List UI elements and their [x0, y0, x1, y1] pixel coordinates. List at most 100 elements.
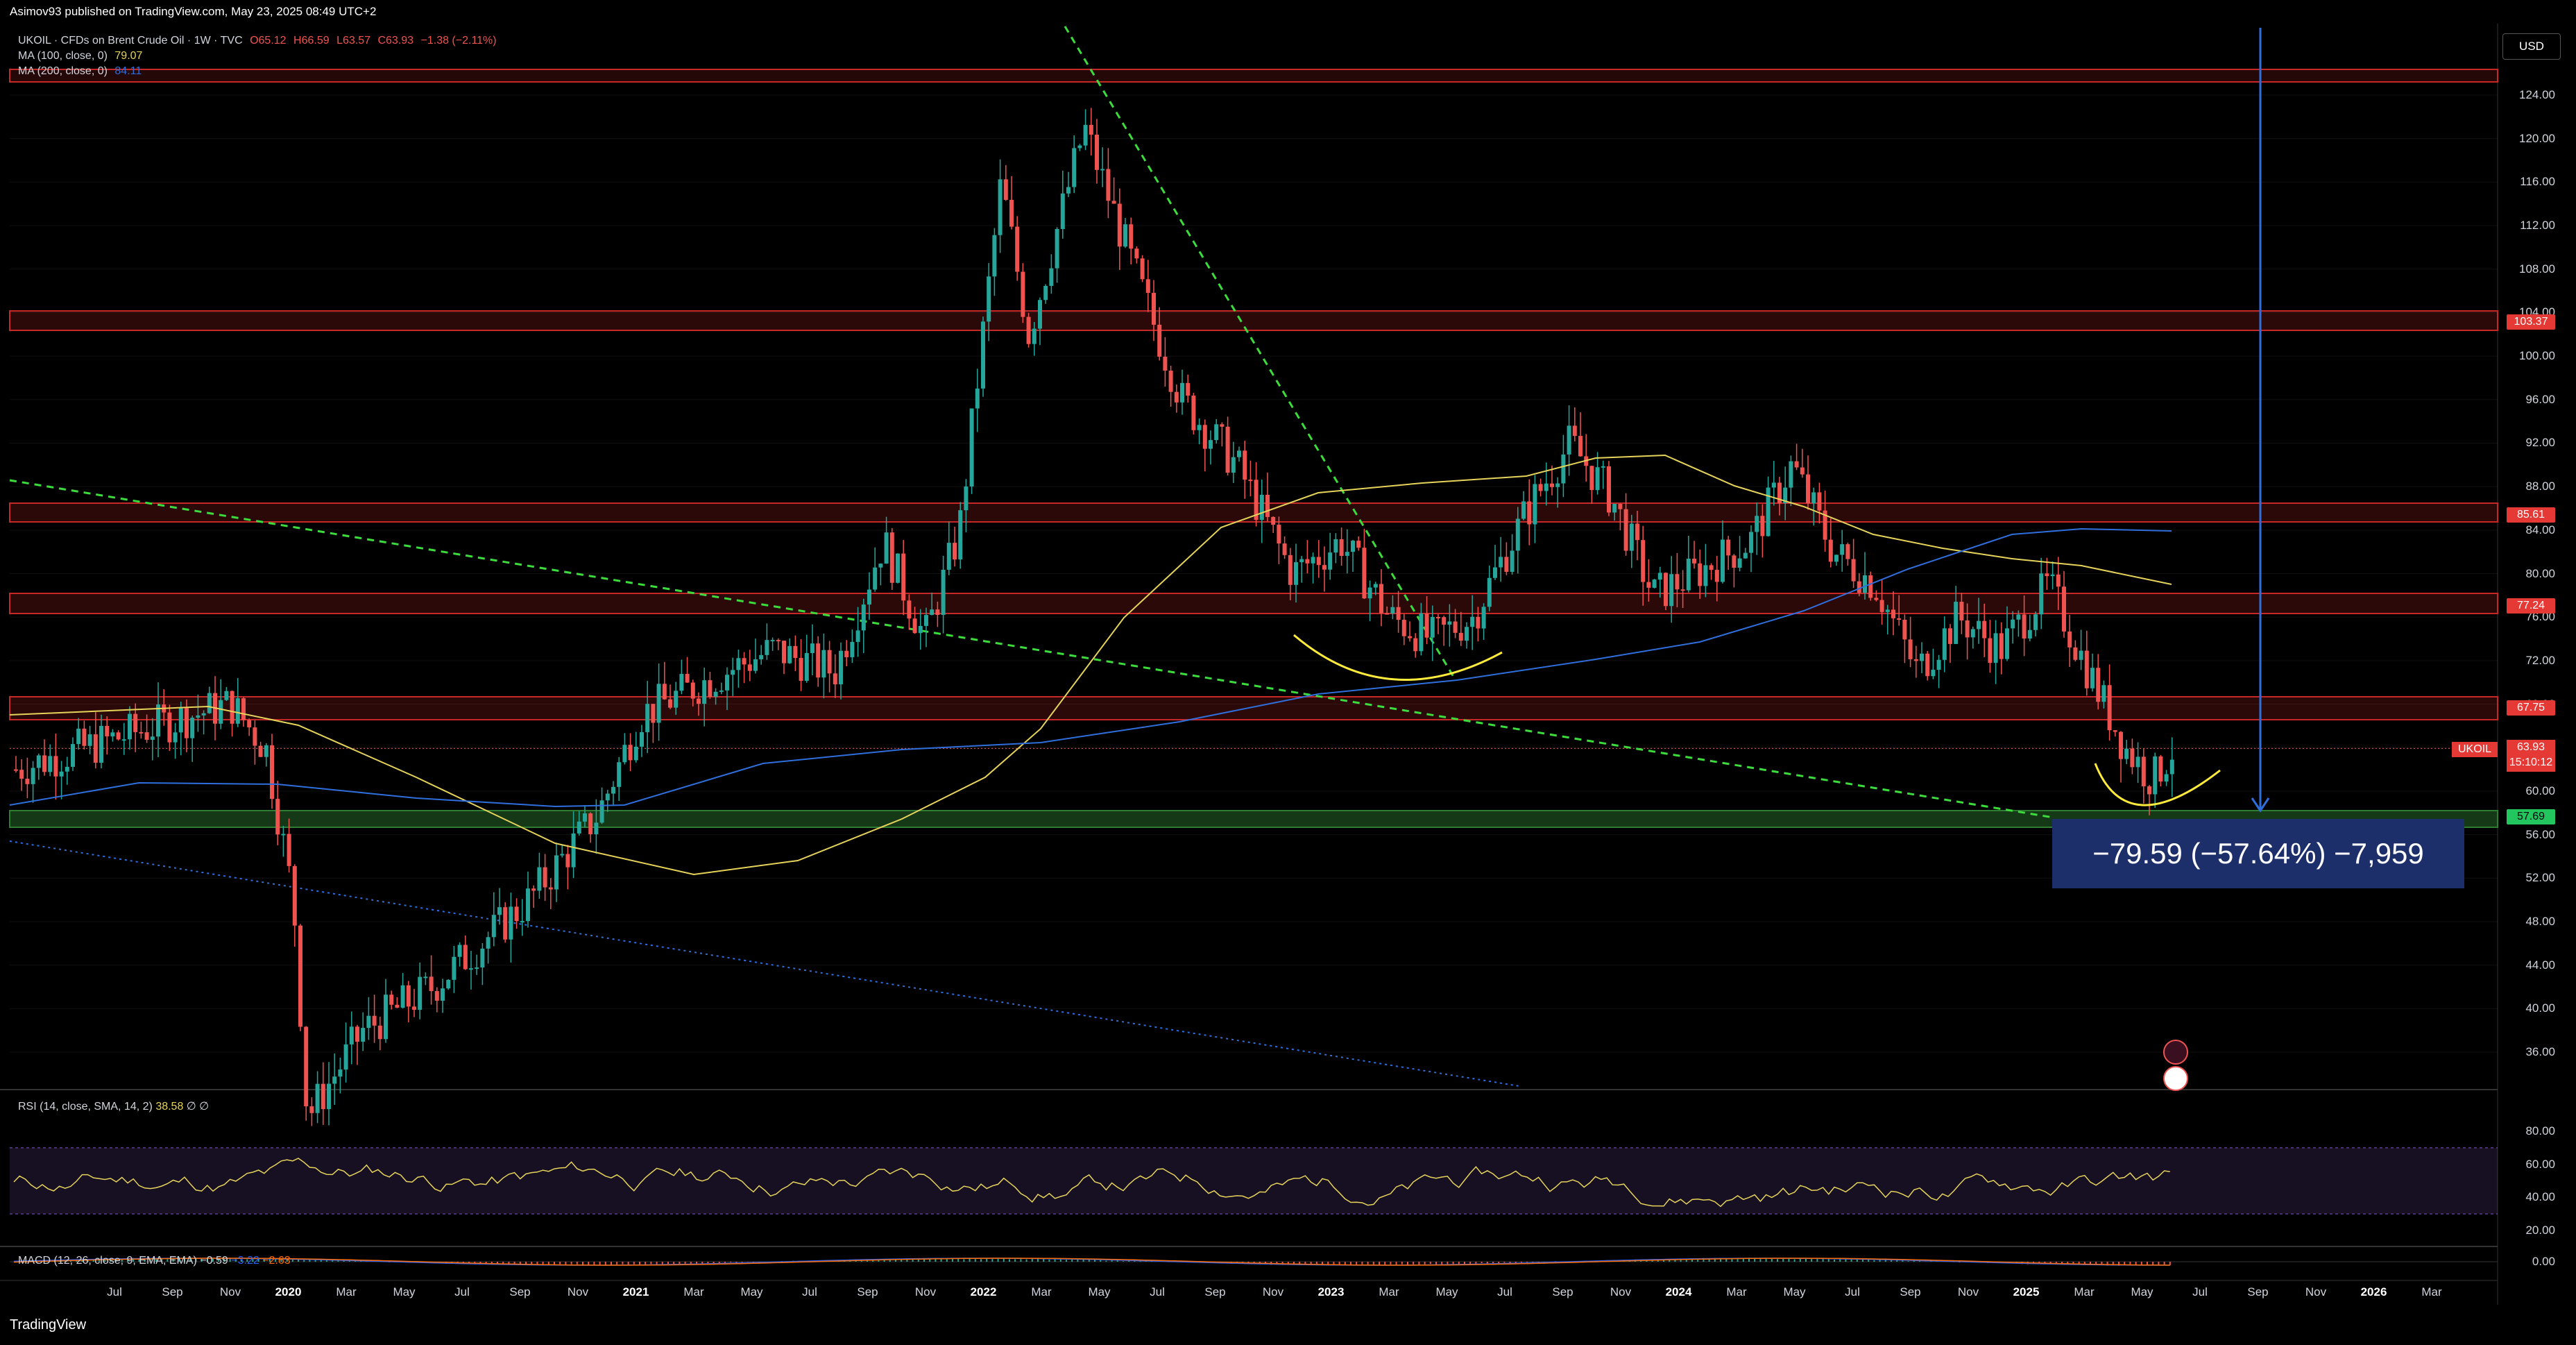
- time-tick: Jul: [107, 1285, 122, 1299]
- time-tick: Sep: [1552, 1285, 1573, 1299]
- candle-body: [2022, 614, 2027, 639]
- candle-body: [1868, 575, 1873, 598]
- candle-body: [889, 532, 894, 583]
- price-tick: 80.00: [2525, 566, 2555, 580]
- candle-body: [1635, 523, 1639, 541]
- candle-body: [2164, 774, 2169, 782]
- candle-body: [526, 888, 530, 922]
- candle-body: [1077, 145, 1082, 149]
- price-chart[interactable]: [0, 0, 2576, 1345]
- candle-body: [594, 822, 599, 835]
- candle-body: [884, 532, 889, 564]
- candle-body: [633, 746, 638, 761]
- candle-body: [617, 762, 622, 787]
- bar-countdown: 15:10:12: [2509, 756, 2553, 768]
- candle-body: [1413, 638, 1418, 652]
- candle-body: [1430, 616, 1435, 638]
- candle-body: [605, 793, 610, 801]
- candle-body: [480, 948, 485, 968]
- candle-body: [1948, 628, 1952, 644]
- candle-body: [2101, 685, 2106, 702]
- symbol-price-tag: UKOIL: [2452, 742, 2498, 757]
- currency-button[interactable]: USD: [2502, 33, 2561, 60]
- candle-body: [150, 736, 155, 740]
- candle-body: [1043, 285, 1048, 301]
- time-tick: Jul: [1497, 1285, 1512, 1299]
- candle-body: [332, 1076, 337, 1084]
- level-tag-85: 85.61: [2507, 507, 2555, 523]
- candle-body: [1743, 552, 1748, 559]
- candle-body: [640, 731, 644, 747]
- candle-body: [87, 734, 92, 746]
- candle-body: [1316, 557, 1321, 566]
- candle-body: [1657, 573, 1662, 580]
- candle-body: [395, 1004, 400, 1008]
- candle-body: [59, 771, 64, 777]
- candle-body: [201, 713, 206, 716]
- candle-body: [1817, 492, 1822, 511]
- candle-body: [1629, 523, 1634, 551]
- time-tick: Mar: [683, 1285, 704, 1299]
- candle-body: [469, 968, 473, 970]
- candle-body: [1197, 425, 1202, 430]
- time-tick: 2024: [1665, 1285, 1692, 1299]
- time-tick: Sep: [2247, 1285, 2269, 1299]
- time-tick: May: [1783, 1285, 1806, 1299]
- candle-body: [1538, 484, 1543, 491]
- candle-body: [207, 693, 212, 713]
- candle-body: [1271, 516, 1276, 525]
- candle-body: [93, 734, 98, 763]
- candle-body: [611, 786, 615, 794]
- rsi-tick: 20.00: [2525, 1224, 2555, 1237]
- candle-body: [1015, 226, 1020, 272]
- lightning-icon[interactable]: [2163, 1040, 2188, 1065]
- rsi-value: 38.58: [155, 1101, 184, 1113]
- candle-body: [873, 567, 878, 590]
- time-tick: 2025: [2013, 1285, 2040, 1299]
- candle-body: [1180, 382, 1184, 403]
- candle-body: [1311, 557, 1315, 564]
- candle-body: [736, 658, 741, 670]
- candle-body: [1095, 135, 1099, 170]
- candle-body: [930, 609, 935, 616]
- candle-body: [1152, 292, 1156, 325]
- time-tick: May: [740, 1285, 763, 1299]
- flag-icon[interactable]: [2163, 1066, 2188, 1091]
- price-range-measurement[interactable]: −79.59 (−57.64%) −7,959: [2052, 819, 2464, 888]
- time-tick: Nov: [1957, 1285, 1979, 1299]
- candle-body: [2045, 573, 2049, 577]
- candle-body: [1749, 532, 1753, 553]
- candle-body: [674, 691, 679, 708]
- candle-body: [1925, 653, 1930, 677]
- candle-body: [1828, 539, 1833, 562]
- candle-body: [2169, 759, 2174, 775]
- change-value: −1.38 (−2.11%): [420, 35, 497, 46]
- candle-body: [599, 800, 604, 823]
- candle-body: [918, 625, 923, 634]
- candle-body: [509, 906, 513, 940]
- candle-body: [1845, 544, 1850, 559]
- candle-body: [2033, 614, 2038, 630]
- candle-body: [1920, 653, 1924, 661]
- candle-body: [235, 698, 240, 724]
- candle-body: [1129, 224, 1134, 249]
- candle-body: [241, 698, 246, 720]
- price-tick: 108.00: [2519, 262, 2555, 276]
- candle-body: [1942, 628, 1947, 660]
- candle-body: [2119, 731, 2123, 759]
- candle-body: [1800, 467, 1805, 475]
- resistance-zone-top: [9, 69, 2498, 83]
- candle-body: [1259, 494, 1264, 521]
- candle-body: [1055, 228, 1059, 269]
- ma100-value: 79.07: [114, 50, 143, 62]
- candle-body: [656, 684, 661, 723]
- macd-axis-tick: 0.00: [2532, 1255, 2555, 1268]
- candle-body: [71, 744, 75, 767]
- candle-body: [31, 768, 35, 784]
- rsi-extra: ∅ ∅: [186, 1101, 210, 1113]
- candle-body: [1294, 562, 1298, 585]
- trend-lines: [9, 26, 2270, 1087]
- candle-body: [275, 799, 280, 835]
- candle-body: [116, 732, 121, 740]
- price-tick: 100.00: [2519, 349, 2555, 363]
